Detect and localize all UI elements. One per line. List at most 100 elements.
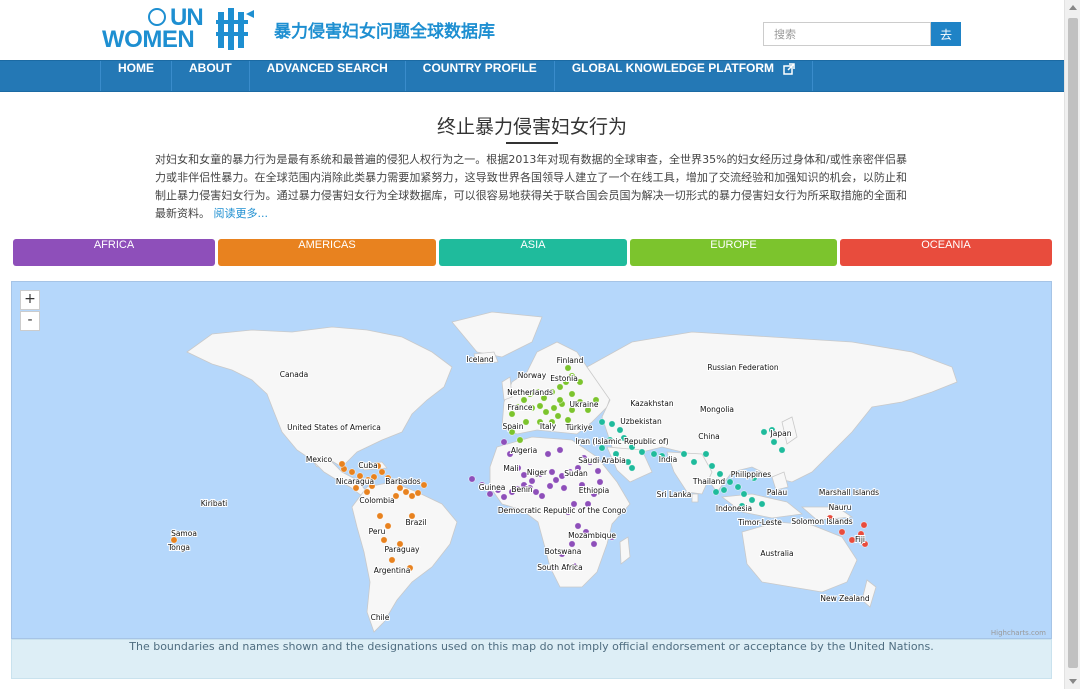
country-label[interactable]: New Zealand <box>819 593 871 604</box>
country-label[interactable]: India <box>658 454 678 465</box>
country-label[interactable]: Kazakhstan <box>629 398 674 409</box>
country-marker[interactable] <box>420 481 428 489</box>
country-marker[interactable] <box>778 446 786 454</box>
region-tab-africa[interactable]: AFRICA <box>13 239 215 266</box>
country-label[interactable]: Nicaragua <box>335 476 375 487</box>
country-label[interactable]: Tonga <box>166 542 191 553</box>
country-label[interactable]: Paraguay <box>383 544 421 555</box>
country-label[interactable]: Brazil <box>405 517 428 528</box>
country-label[interactable]: Solomon Islands <box>790 516 853 527</box>
country-marker[interactable] <box>536 402 544 410</box>
country-marker[interactable] <box>556 446 564 454</box>
page-scrollbar[interactable] <box>1064 0 1080 689</box>
country-label[interactable]: Japan <box>769 428 793 439</box>
country-marker[interactable] <box>702 450 710 458</box>
region-tab-europe[interactable]: EUROPE <box>630 239 837 266</box>
country-marker[interactable] <box>760 428 768 436</box>
country-marker[interactable] <box>574 522 582 530</box>
country-marker[interactable] <box>770 438 778 446</box>
country-marker[interactable] <box>380 536 388 544</box>
nav-global-knowledge-platform[interactable]: GLOBAL KNOWLEDGE PLATFORM <box>553 61 814 91</box>
country-marker[interactable] <box>376 512 384 520</box>
country-marker[interactable] <box>552 476 560 484</box>
country-label[interactable]: Guinea <box>478 482 507 493</box>
country-marker[interactable] <box>556 396 564 404</box>
country-marker[interactable] <box>608 420 616 428</box>
country-marker[interactable] <box>758 500 766 508</box>
country-marker[interactable] <box>838 528 846 536</box>
country-marker[interactable] <box>568 390 576 398</box>
country-marker[interactable] <box>500 438 508 446</box>
country-marker[interactable] <box>638 448 646 456</box>
region-tab-americas[interactable]: AMERICAS <box>218 239 436 266</box>
country-marker[interactable] <box>734 483 742 491</box>
country-label[interactable]: Colombia <box>358 495 395 506</box>
country-label[interactable]: France <box>507 402 534 413</box>
country-marker[interactable] <box>708 462 716 470</box>
country-marker[interactable] <box>590 540 598 548</box>
country-marker[interactable] <box>616 426 624 434</box>
country-marker[interactable] <box>860 521 868 529</box>
country-label[interactable]: Russian Federation <box>706 362 779 373</box>
country-label[interactable]: Argentina <box>373 565 412 576</box>
country-marker[interactable] <box>402 488 410 496</box>
country-label[interactable]: Thailand <box>691 476 726 487</box>
scroll-up-arrow-icon[interactable] <box>1069 5 1077 10</box>
country-label[interactable]: Ethiopia <box>578 485 611 496</box>
world-map[interactable]: Canada United States of America Mexico Cuba… <box>11 281 1052 639</box>
country-marker[interactable] <box>516 436 524 444</box>
country-label[interactable]: Mexico <box>305 454 334 465</box>
zoom-in-button[interactable]: + <box>20 290 40 310</box>
country-marker[interactable] <box>650 450 658 458</box>
country-marker[interactable] <box>720 486 728 494</box>
country-label[interactable]: Chile <box>370 612 391 623</box>
country-label[interactable]: Spain <box>502 421 525 432</box>
country-label[interactable]: Iceland <box>465 354 494 365</box>
country-marker[interactable] <box>384 522 392 530</box>
country-label[interactable]: Finland <box>556 355 585 366</box>
country-label[interactable]: Nauru <box>828 502 853 513</box>
country-label[interactable]: China <box>697 431 720 442</box>
country-marker[interactable] <box>740 490 748 498</box>
country-label[interactable]: Ukraine <box>569 399 600 410</box>
country-label[interactable]: Kiribati <box>200 498 229 509</box>
country-marker[interactable] <box>532 488 540 496</box>
country-marker[interactable] <box>564 364 572 372</box>
region-tab-asia[interactable]: ASIA <box>439 239 627 266</box>
country-marker[interactable] <box>554 412 562 420</box>
country-label[interactable]: Sri Lanka <box>656 489 693 500</box>
country-label[interactable]: Algeria <box>510 445 538 456</box>
country-label[interactable]: Estonia <box>549 373 579 384</box>
country-marker[interactable] <box>712 488 720 496</box>
country-label[interactable]: Iran (Islamic Republic of) <box>574 436 669 447</box>
search-input[interactable] <box>763 22 931 46</box>
country-label[interactable]: Palau <box>766 487 788 498</box>
country-label[interactable]: Niger <box>526 467 549 478</box>
country-label[interactable]: Peru <box>368 526 387 537</box>
country-marker[interactable] <box>522 418 530 426</box>
country-marker[interactable] <box>628 464 636 472</box>
country-marker[interactable] <box>546 482 554 490</box>
country-label[interactable]: Mali <box>502 463 519 474</box>
country-label[interactable]: Philippines <box>730 469 773 480</box>
country-marker[interactable] <box>378 468 386 476</box>
country-marker[interactable] <box>598 418 606 426</box>
nav-about[interactable]: ABOUT <box>171 61 249 91</box>
scroll-down-arrow-icon[interactable] <box>1069 679 1077 684</box>
country-label[interactable]: Uzbekistan <box>619 416 663 427</box>
country-marker[interactable] <box>726 478 734 486</box>
country-label[interactable]: Democratic Republic of the Congo <box>497 505 628 516</box>
world-map-canvas[interactable]: Canada United States of America Mexico Cuba… <box>12 282 1052 639</box>
nav-country-profile[interactable]: COUNTRY PROFILE <box>404 61 554 91</box>
country-marker[interactable] <box>560 484 568 492</box>
read-more-link[interactable]: 阅读更多... <box>214 207 269 220</box>
country-label[interactable]: Fiji <box>854 534 866 545</box>
country-label[interactable]: Italy <box>539 421 558 432</box>
country-label[interactable]: Timor-Leste <box>736 517 783 528</box>
country-label[interactable]: Barbados <box>384 476 422 487</box>
country-marker[interactable] <box>550 404 558 412</box>
country-label[interactable]: Türkiye <box>564 422 594 433</box>
region-tab-oceania[interactable]: OCEANIA <box>840 239 1052 266</box>
country-label[interactable]: Netherlands <box>506 387 554 398</box>
country-label[interactable]: Botswana <box>544 546 583 557</box>
